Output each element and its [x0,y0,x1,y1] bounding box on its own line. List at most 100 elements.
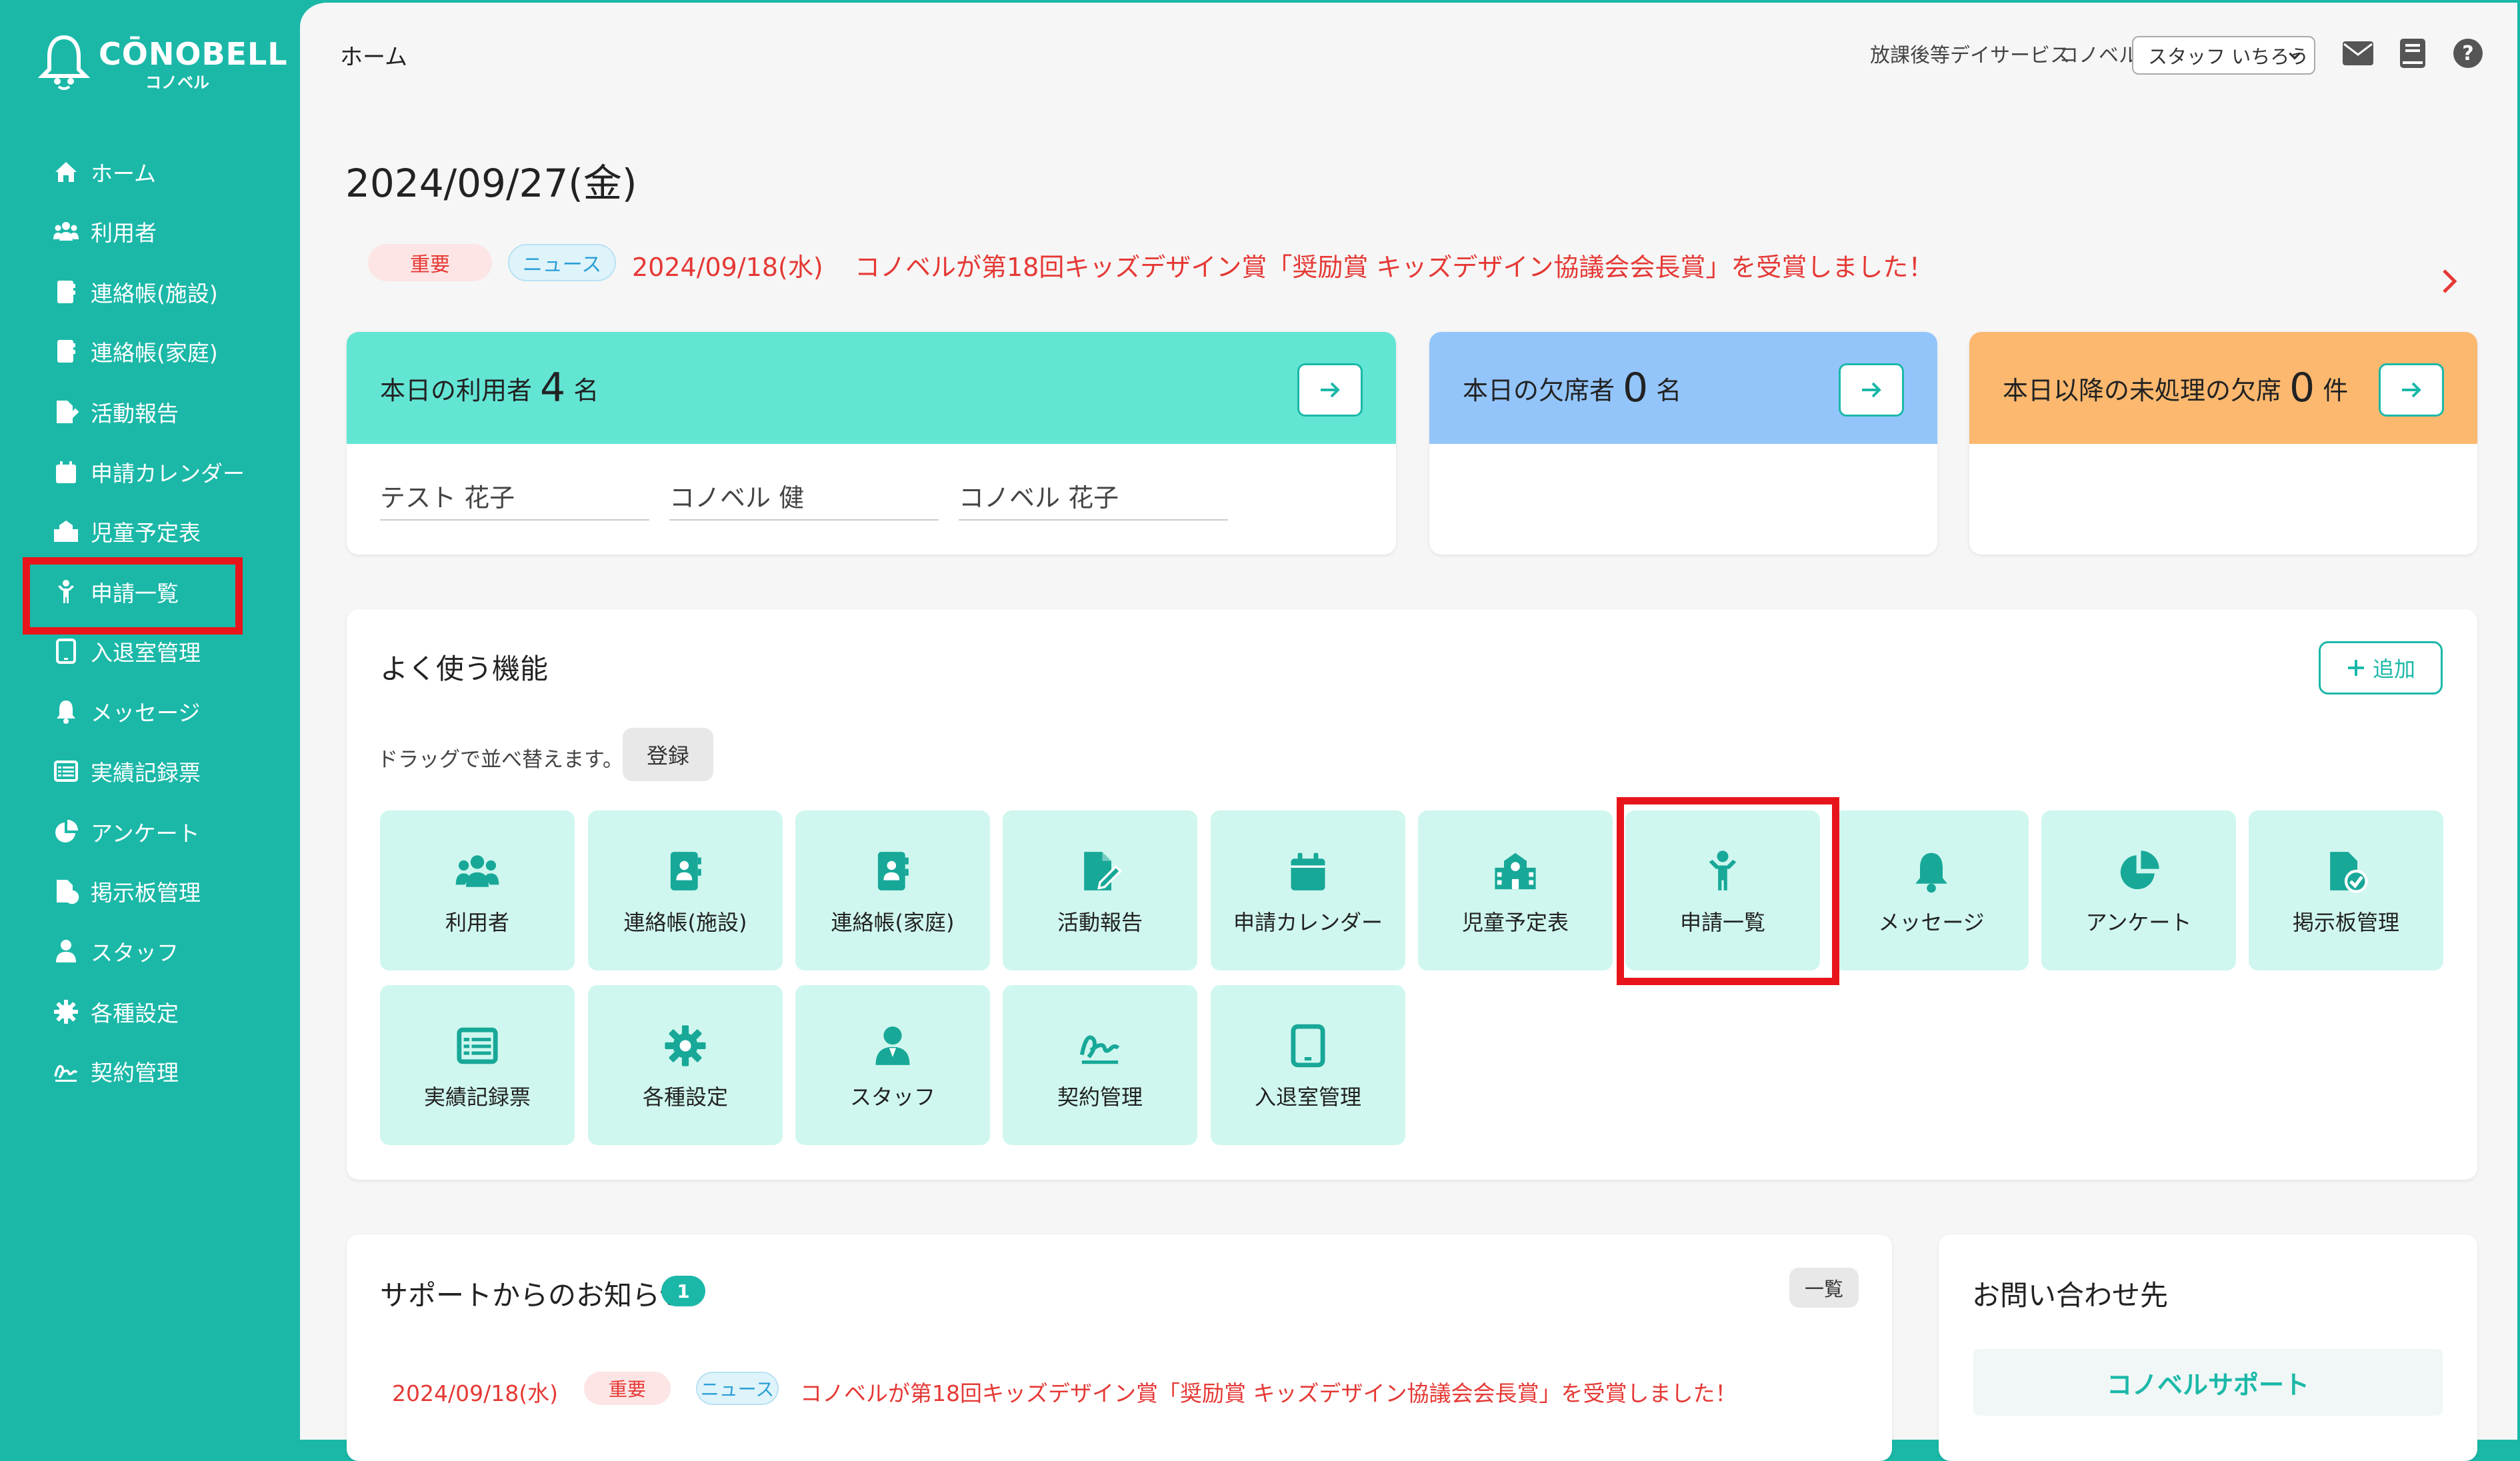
contact-book-icon [659,844,712,898]
signature-icon [49,1054,83,1088]
today-absent-arrow-button[interactable] [1839,363,1904,417]
register-order-button[interactable]: 登録 [623,728,713,781]
today-users-arrow-button[interactable] [1297,363,1363,417]
calendar-icon [49,455,83,489]
favorite-tile[interactable]: 連絡帳(家庭) [795,810,990,970]
sidebar-item[interactable]: メッセージ [23,685,276,738]
calendar-icon [1281,844,1335,898]
sidebar-item[interactable]: 申請カレンダー [23,445,276,499]
favorite-tile[interactable]: 契約管理 [1003,985,1197,1145]
list-table-icon [451,1019,504,1072]
sidebar-item[interactable]: 連絡帳(施設) [23,265,276,319]
sidebar-item-label: 連絡帳(家庭) [91,340,218,366]
drag-hint: ドラッグで並べ替えます。 [377,748,623,772]
today-users-count: 4 [540,365,566,411]
favorite-tile-label: 児童予定表 [1461,910,1569,935]
logo-bell-icon [37,33,91,93]
brand-sub: コノベル [145,73,209,92]
support-contact-button[interactable]: コノベルサポート [1973,1349,2443,1416]
sidebar-item-label: 入退室管理 [91,640,201,666]
sidebar-item[interactable]: 児童予定表 [23,505,276,558]
today-absent-label: 本日の欠席者 [1463,375,1615,405]
sidebar-item-label: 申請カレンダー [91,461,245,487]
sidebar-item[interactable]: ホーム [23,145,276,199]
chevron-right-icon[interactable] [2439,267,2460,296]
users-icon [451,844,504,898]
sidebar-item[interactable]: 契約管理 [23,1044,276,1098]
home-icon [49,155,83,189]
favorite-tile-label: 申請カレンダー [1233,910,1383,935]
favorite-tile[interactable]: 入退室管理 [1211,985,1405,1145]
favorite-tile[interactable]: 掲示板管理 [2249,810,2443,970]
pending-absent-header: 本日以降の未処理の欠席 0 件 [1969,332,2477,444]
pending-absent-count: 0 [2289,365,2315,411]
support-news-date: 2024/09/18(水) [392,1380,558,1406]
pending-absent-label: 本日以降の未処理の欠席 [2003,375,2282,405]
favorite-tile-label: 実績記録票 [423,1084,531,1110]
bell-icon [49,695,83,728]
sidebar-item[interactable]: 実績記録票 [23,744,276,798]
arrow-right-icon [1862,382,1881,398]
help-icon[interactable]: ? [2452,37,2484,69]
staff-icon [866,1019,919,1072]
favorite-tile-label: 連絡帳(施設) [623,910,747,935]
svg-text:?: ? [2462,42,2473,65]
favorite-tile[interactable]: 活動報告 [1003,810,1197,970]
favorite-tile-label: 契約管理 [1057,1084,1143,1110]
sidebar-item[interactable]: 活動報告 [23,385,276,439]
sidebar-item-label: 利用者 [91,220,157,246]
favorite-tile-label: 入退室管理 [1254,1084,1361,1110]
contact-title: お問い合わせ先 [1972,1279,2169,1312]
favorite-tile[interactable]: 利用者 [380,810,575,970]
pie-chart-icon [49,815,83,848]
manual-book-icon[interactable] [2399,37,2427,69]
favorite-tile-label: メッセージ [1878,910,1985,935]
bell-icon [1905,844,1958,898]
favorite-tile[interactable]: スタッフ [795,985,990,1145]
favorite-tile[interactable]: 連絡帳(施設) [588,810,783,970]
news-link[interactable]: コノベルが第18回キッズデザイン賞「奨励賞 キッズデザイン協議会会長賞」を受賞し… [855,247,1933,283]
sidebar-item[interactable]: 連絡帳(家庭) [23,325,276,378]
news-tag: ニュース [508,244,616,281]
sidebar-item-label: 契約管理 [91,1060,179,1086]
sidebar-item-label: 実績記録票 [91,760,201,786]
support-news-list-button[interactable]: 一覧 [1789,1268,1859,1308]
facility-type: 放課後等デイサービス [1870,44,2070,67]
contact-book-icon [49,275,83,309]
facility-name: コノベル [2059,44,2139,67]
sidebar-item[interactable]: 利用者 [23,205,276,258]
sidebar-item[interactable]: アンケート [23,805,276,858]
favorite-tile[interactable]: アンケート [2041,810,2236,970]
today-user-name[interactable]: コノベル 花子 [959,477,1228,521]
sidebar-item[interactable]: 各種設定 [23,985,276,1038]
pending-absent-arrow-button[interactable] [2379,363,2444,417]
news-date[interactable]: 2024/09/18(水) [632,247,823,283]
favorite-tile[interactable]: 実績記録票 [380,985,575,1145]
mail-icon[interactable] [2341,40,2375,67]
list-table-icon [49,754,83,788]
sidebar-highlight-frame [23,557,243,635]
sidebar-item[interactable]: スタッフ [23,924,276,978]
gear-icon [49,995,83,1028]
favorites-title: よく使う機能 [380,653,549,685]
today-absent-count: 0 [1623,365,1649,411]
add-favorite-button[interactable]: 追加 [2319,641,2443,695]
staff-select[interactable]: スタッフ いちろう [2132,36,2315,75]
tile-highlight-frame [1617,797,1839,985]
brand-name: CŌNOBELL [99,36,288,72]
sidebar-item-label: スタッフ [91,940,179,966]
favorite-tile[interactable]: 児童予定表 [1418,810,1613,970]
plus-icon [2347,660,2364,676]
support-news-link[interactable]: コノベルが第18回キッズデザイン賞「奨励賞 キッズデザイン協議会会長賞」を受賞し… [800,1376,1737,1408]
report-edit-icon [49,395,83,429]
news-tag: ニュース [696,1372,779,1405]
favorite-tile[interactable]: メッセージ [1834,810,2029,970]
today-user-name[interactable]: テスト 花子 [380,477,649,521]
today-user-name[interactable]: コノベル 健 [669,477,939,521]
contact-book-icon [49,335,83,368]
favorite-tile[interactable]: 各種設定 [588,985,783,1145]
sidebar-item[interactable]: 掲示板管理 [23,864,276,918]
favorite-tile[interactable]: 申請カレンダー [1211,810,1405,970]
sidebar-item-label: アンケート [91,820,200,846]
important-tag: 重要 [584,1372,671,1405]
